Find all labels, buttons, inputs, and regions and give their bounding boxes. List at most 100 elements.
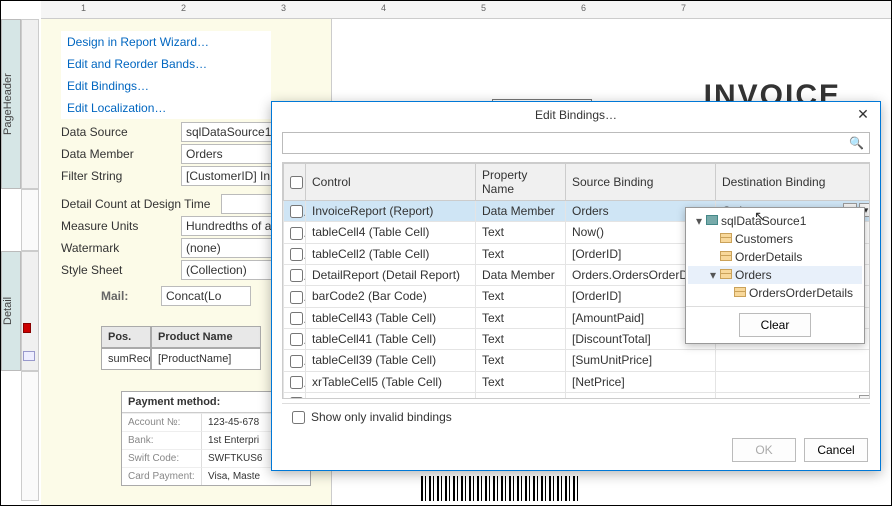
- row-checkbox[interactable]: [284, 201, 306, 222]
- cell-control: xrTableCell4 (Table Cell): [306, 392, 476, 399]
- cell-control: DetailReport (Detail Report): [306, 264, 476, 285]
- cell-control: tableCell2 (Table Cell): [306, 243, 476, 264]
- cell-control: barCode2 (Bar Code): [306, 286, 476, 307]
- cell-name[interactable]: [ProductName]: [151, 348, 261, 370]
- cell-property: Data Member: [476, 264, 566, 285]
- clear-button[interactable]: Clear: [739, 313, 811, 337]
- table-row[interactable]: xrTableCell5 (Table Cell)Text[NetPrice]: [284, 371, 871, 392]
- cell-pos[interactable]: sumRecor: [101, 348, 151, 370]
- band-strip: [21, 189, 39, 251]
- cell-control: tableCell41 (Table Cell): [306, 328, 476, 349]
- prop-label: Watermark: [61, 241, 181, 255]
- row-checkbox[interactable]: [284, 243, 306, 264]
- data-source-tree-popup: ▾sqlDataSource1 Customers OrderDetails ▾…: [685, 207, 865, 344]
- col-header-name: Product Name: [151, 326, 261, 348]
- cell-source: [SumUnitPrice]: [566, 350, 716, 371]
- close-icon[interactable]: ✕: [854, 106, 872, 124]
- cell-destination[interactable]: [calculatedField1]…: [716, 392, 871, 399]
- edit-localization-link[interactable]: Edit Localization…: [61, 97, 271, 119]
- search-icon[interactable]: 🔍: [849, 136, 864, 150]
- col-property[interactable]: Property Name: [476, 164, 566, 201]
- cell-property: Text: [476, 328, 566, 349]
- prop-label: Data Source: [61, 125, 181, 139]
- cell-control: tableCell43 (Table Cell): [306, 307, 476, 328]
- tree-node-orders[interactable]: ▾Orders↖: [688, 266, 862, 284]
- row-checkbox[interactable]: [284, 264, 306, 285]
- table-row[interactable]: xrTableCell4 (Table Cell)Text[PosDiscoun…: [284, 392, 871, 399]
- col-destination[interactable]: Destination Binding: [716, 164, 871, 201]
- col-header-pos: Pos.: [101, 326, 151, 348]
- tree-node-orderdetails[interactable]: OrderDetails: [688, 248, 862, 266]
- cell-control: tableCell4 (Table Cell): [306, 222, 476, 243]
- row-checkbox[interactable]: [284, 328, 306, 349]
- edit-bindings-dialog: Edit Bindings… ✕ 🔍 Control Property Name…: [271, 101, 881, 471]
- mail-label: Mail:: [101, 289, 161, 303]
- cell-destination[interactable]: [716, 350, 871, 371]
- cell-property: Text: [476, 307, 566, 328]
- detail-table[interactable]: Pos. Product Name sumRecor [ProductName]: [101, 326, 261, 370]
- row-checkbox[interactable]: [284, 307, 306, 328]
- payment-label: Swift Code:: [122, 449, 202, 467]
- cell-control: tableCell39 (Table Cell): [306, 350, 476, 371]
- cell-destination[interactable]: [716, 371, 871, 392]
- cell-control: xrTableCell5 (Table Cell): [306, 371, 476, 392]
- tree-node-root[interactable]: ▾sqlDataSource1: [688, 212, 862, 230]
- ruler-top: 1 2 3 4 5 6 7: [41, 1, 891, 19]
- payment-label: Account №:: [122, 413, 202, 431]
- band-handle-icon[interactable]: [23, 351, 35, 361]
- cell-property: Text: [476, 243, 566, 264]
- search-box: 🔍: [282, 132, 870, 154]
- edit-bands-link[interactable]: Edit and Reorder Bands…: [61, 53, 271, 75]
- show-invalid-checkbox[interactable]: Show only invalid bindings: [292, 410, 452, 424]
- cell-property: Text: [476, 371, 566, 392]
- bindings-grid: Control Property Name Source Binding Des…: [282, 162, 870, 399]
- tree-node-ordersorderdetails[interactable]: OrdersOrderDetails: [688, 284, 862, 302]
- design-wizard-link[interactable]: Design in Report Wizard…: [61, 31, 271, 53]
- mail-row: Mail: Concat(Lo: [101, 286, 251, 306]
- band-pageheader[interactable]: PageHeader: [1, 19, 21, 189]
- barcode[interactable]: [421, 476, 581, 501]
- cell-property: Text: [476, 392, 566, 399]
- dialog-title: Edit Bindings… ✕: [272, 102, 880, 128]
- cancel-button[interactable]: Cancel: [804, 438, 868, 462]
- mail-value[interactable]: Concat(Lo: [161, 286, 251, 306]
- row-checkbox[interactable]: [284, 371, 306, 392]
- cell-source: [PosDiscount]: [566, 392, 716, 399]
- smart-tag-menu: Design in Report Wizard… Edit and Reorde…: [61, 31, 271, 119]
- prop-label: Data Member: [61, 147, 181, 161]
- cell-property: Text: [476, 350, 566, 371]
- band-handle-icon[interactable]: [23, 323, 31, 333]
- grid-header-row: Control Property Name Source Binding Des…: [284, 164, 871, 201]
- row-checkbox[interactable]: [284, 392, 306, 399]
- col-source[interactable]: Source Binding: [566, 164, 716, 201]
- row-checkbox[interactable]: [284, 286, 306, 307]
- table-icon: [734, 287, 746, 297]
- table-row[interactable]: tableCell39 (Table Cell)Text[SumUnitPric…: [284, 350, 871, 371]
- row-checkbox[interactable]: [284, 350, 306, 371]
- tree-node-customers[interactable]: Customers: [688, 230, 862, 248]
- table-icon: [720, 233, 732, 243]
- ellipsis-icon[interactable]: …: [859, 395, 870, 399]
- table-icon: [720, 269, 732, 279]
- prop-label: Measure Units: [61, 219, 181, 233]
- prop-label: Filter String: [61, 169, 181, 183]
- band-strip: [21, 371, 39, 501]
- prop-label: Detail Count at Design Time: [61, 197, 221, 211]
- band-detail[interactable]: Detail: [1, 251, 21, 371]
- database-icon: [706, 215, 718, 225]
- search-input[interactable]: [282, 132, 870, 154]
- payment-label: Card Payment:: [122, 467, 202, 485]
- cell-property: Text: [476, 222, 566, 243]
- prop-label: Style Sheet: [61, 263, 181, 277]
- checkbox-header[interactable]: [284, 164, 306, 201]
- row-checkbox[interactable]: [284, 222, 306, 243]
- cell-source: [NetPrice]: [566, 371, 716, 392]
- ok-button[interactable]: OK: [732, 438, 796, 462]
- col-control[interactable]: Control: [306, 164, 476, 201]
- cell-property: Text: [476, 286, 566, 307]
- table-icon: [720, 251, 732, 261]
- cell-property: Data Member: [476, 201, 566, 222]
- payment-label: Bank:: [122, 431, 202, 449]
- edit-bindings-link[interactable]: Edit Bindings…: [61, 75, 271, 97]
- band-strip: [21, 19, 39, 189]
